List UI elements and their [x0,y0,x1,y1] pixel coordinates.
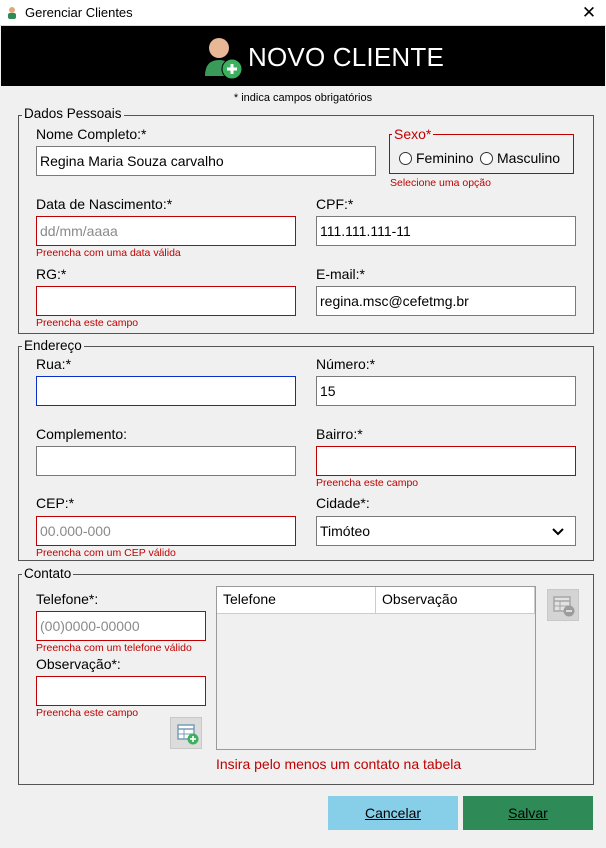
rua-label: Rua:* [36,356,72,372]
complemento-label: Complemento: [36,426,128,442]
cep-error: Preencha com um CEP válido [36,547,176,559]
table-add-icon [177,724,199,745]
email-input[interactable]: regina.msc@cefetmg.br [316,286,576,316]
page-title: NOVO CLIENTE [248,42,444,72]
cidade-label: Cidade*: [316,495,370,511]
telefone-error: Preencha com um telefone válido [36,642,192,654]
radio-feminino-circle[interactable] [399,151,412,165]
observacao-input[interactable] [36,676,206,706]
observacao-label: Observação*: [36,656,121,672]
radio-masculino-circle[interactable] [480,151,493,165]
email-label: E-mail:* [316,266,366,282]
group-contato-legend: Contato [22,566,74,581]
table-error: Insira pelo menos um contato na tabela [216,756,462,772]
data-nascimento-error: Preencha com uma data válida [36,247,181,259]
bairro-error: Preencha este campo [316,477,419,489]
save-button[interactable]: Salvar [463,796,593,830]
bairro-label: Bairro:* [316,426,363,442]
telefone-input[interactable]: (00)0000-00000 [36,611,206,641]
cidade-select[interactable]: Timóteo [316,516,576,546]
rua-input[interactable] [36,376,296,406]
observacao-error: Preencha este campo [36,707,139,719]
radio-feminino-label: Feminino [416,150,474,166]
contacts-table-header: Telefone Observação [217,587,535,614]
app-icon [8,7,16,19]
table-remove-icon [553,596,575,617]
cpf-label: CPF:* [316,196,354,212]
sexo-error: Selecione uma opção [390,177,491,189]
radio-masculino[interactable]: Masculino [480,150,560,166]
data-nascimento-input[interactable]: dd/mm/aaaa [36,216,296,246]
add-contact-button[interactable] [170,717,202,749]
rg-label: RG:* [36,266,67,282]
close-icon[interactable]: ✕ [572,0,606,26]
contacts-table[interactable]: Telefone Observação [216,586,536,750]
nome-label: Nome Completo:* [36,126,147,142]
cep-input[interactable]: 00.000-000 [36,516,296,546]
data-nascimento-label: Data de Nascimento:* [36,196,173,212]
radio-masculino-label: Masculino [497,150,561,166]
cidade-value: Timóteo [320,523,371,539]
required-note: * indica campos obrigatórios [233,92,373,104]
remove-contact-button[interactable] [547,589,579,621]
group-endereco-legend: Endereço [22,338,84,353]
cancel-button[interactable]: Cancelar [328,796,458,830]
add-user-icon [205,38,243,80]
nome-input[interactable]: Regina Maria Souza carvalho [36,146,376,176]
rg-input[interactable] [36,286,296,316]
cpf-input[interactable]: 111.111.111-11 [316,216,576,246]
telefone-label: Telefone*: [36,591,99,607]
rg-error: Preencha este campo [36,317,139,329]
column-header-telefone[interactable]: Telefone [217,587,376,613]
bairro-input[interactable] [316,446,576,476]
group-dados-pessoais-legend: Dados Pessoais [22,106,124,121]
sexo-legend: Sexo* [392,126,434,142]
column-header-observacao[interactable]: Observação [376,587,535,613]
numero-input[interactable]: 15 [316,376,576,406]
radio-feminino[interactable]: Feminino [399,150,474,166]
chevron-down-icon[interactable] [551,527,565,537]
numero-label: Número:* [316,356,376,372]
window-title: Gerenciar Clientes [25,5,133,20]
cep-label: CEP:* [36,495,75,511]
complemento-input[interactable] [36,446,296,476]
